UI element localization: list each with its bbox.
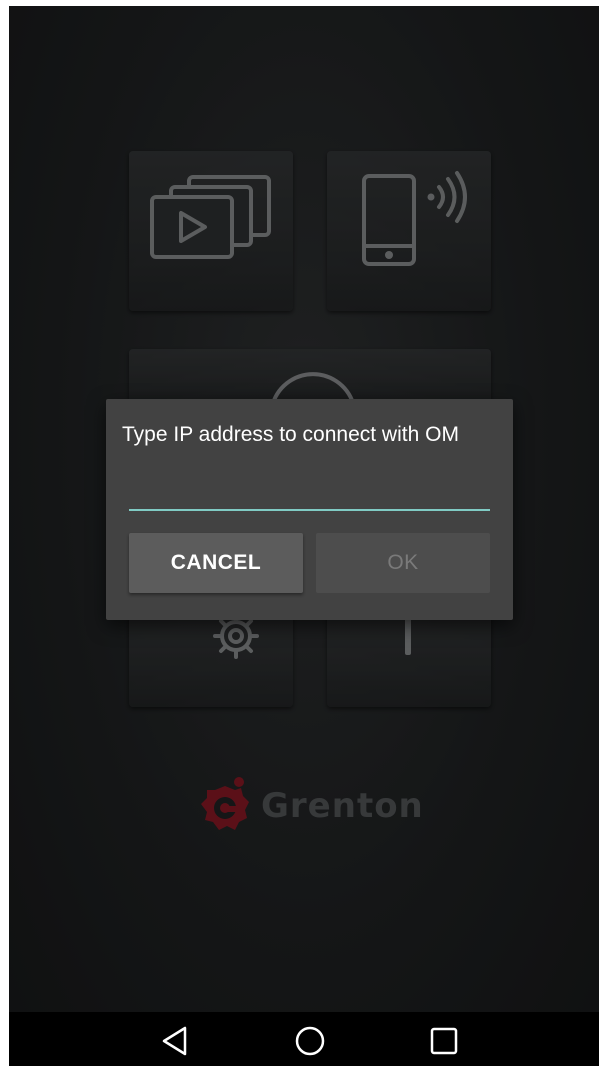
recents-square-icon[interactable]	[424, 1021, 464, 1061]
system-navigation-bar	[9, 1012, 599, 1066]
cancel-button[interactable]: CANCEL	[129, 533, 303, 593]
dialog-title: Type IP address to connect with OM	[122, 423, 459, 446]
home-circle-icon[interactable]	[290, 1021, 330, 1061]
ip-address-input[interactable]	[129, 479, 490, 511]
back-triangle-icon[interactable]	[157, 1021, 197, 1061]
app-screen: Grenton Type IP address to connect with …	[9, 6, 599, 1066]
ok-button[interactable]: OK	[316, 533, 490, 593]
ip-address-dialog: Type IP address to connect with OM CANCE…	[106, 399, 513, 620]
